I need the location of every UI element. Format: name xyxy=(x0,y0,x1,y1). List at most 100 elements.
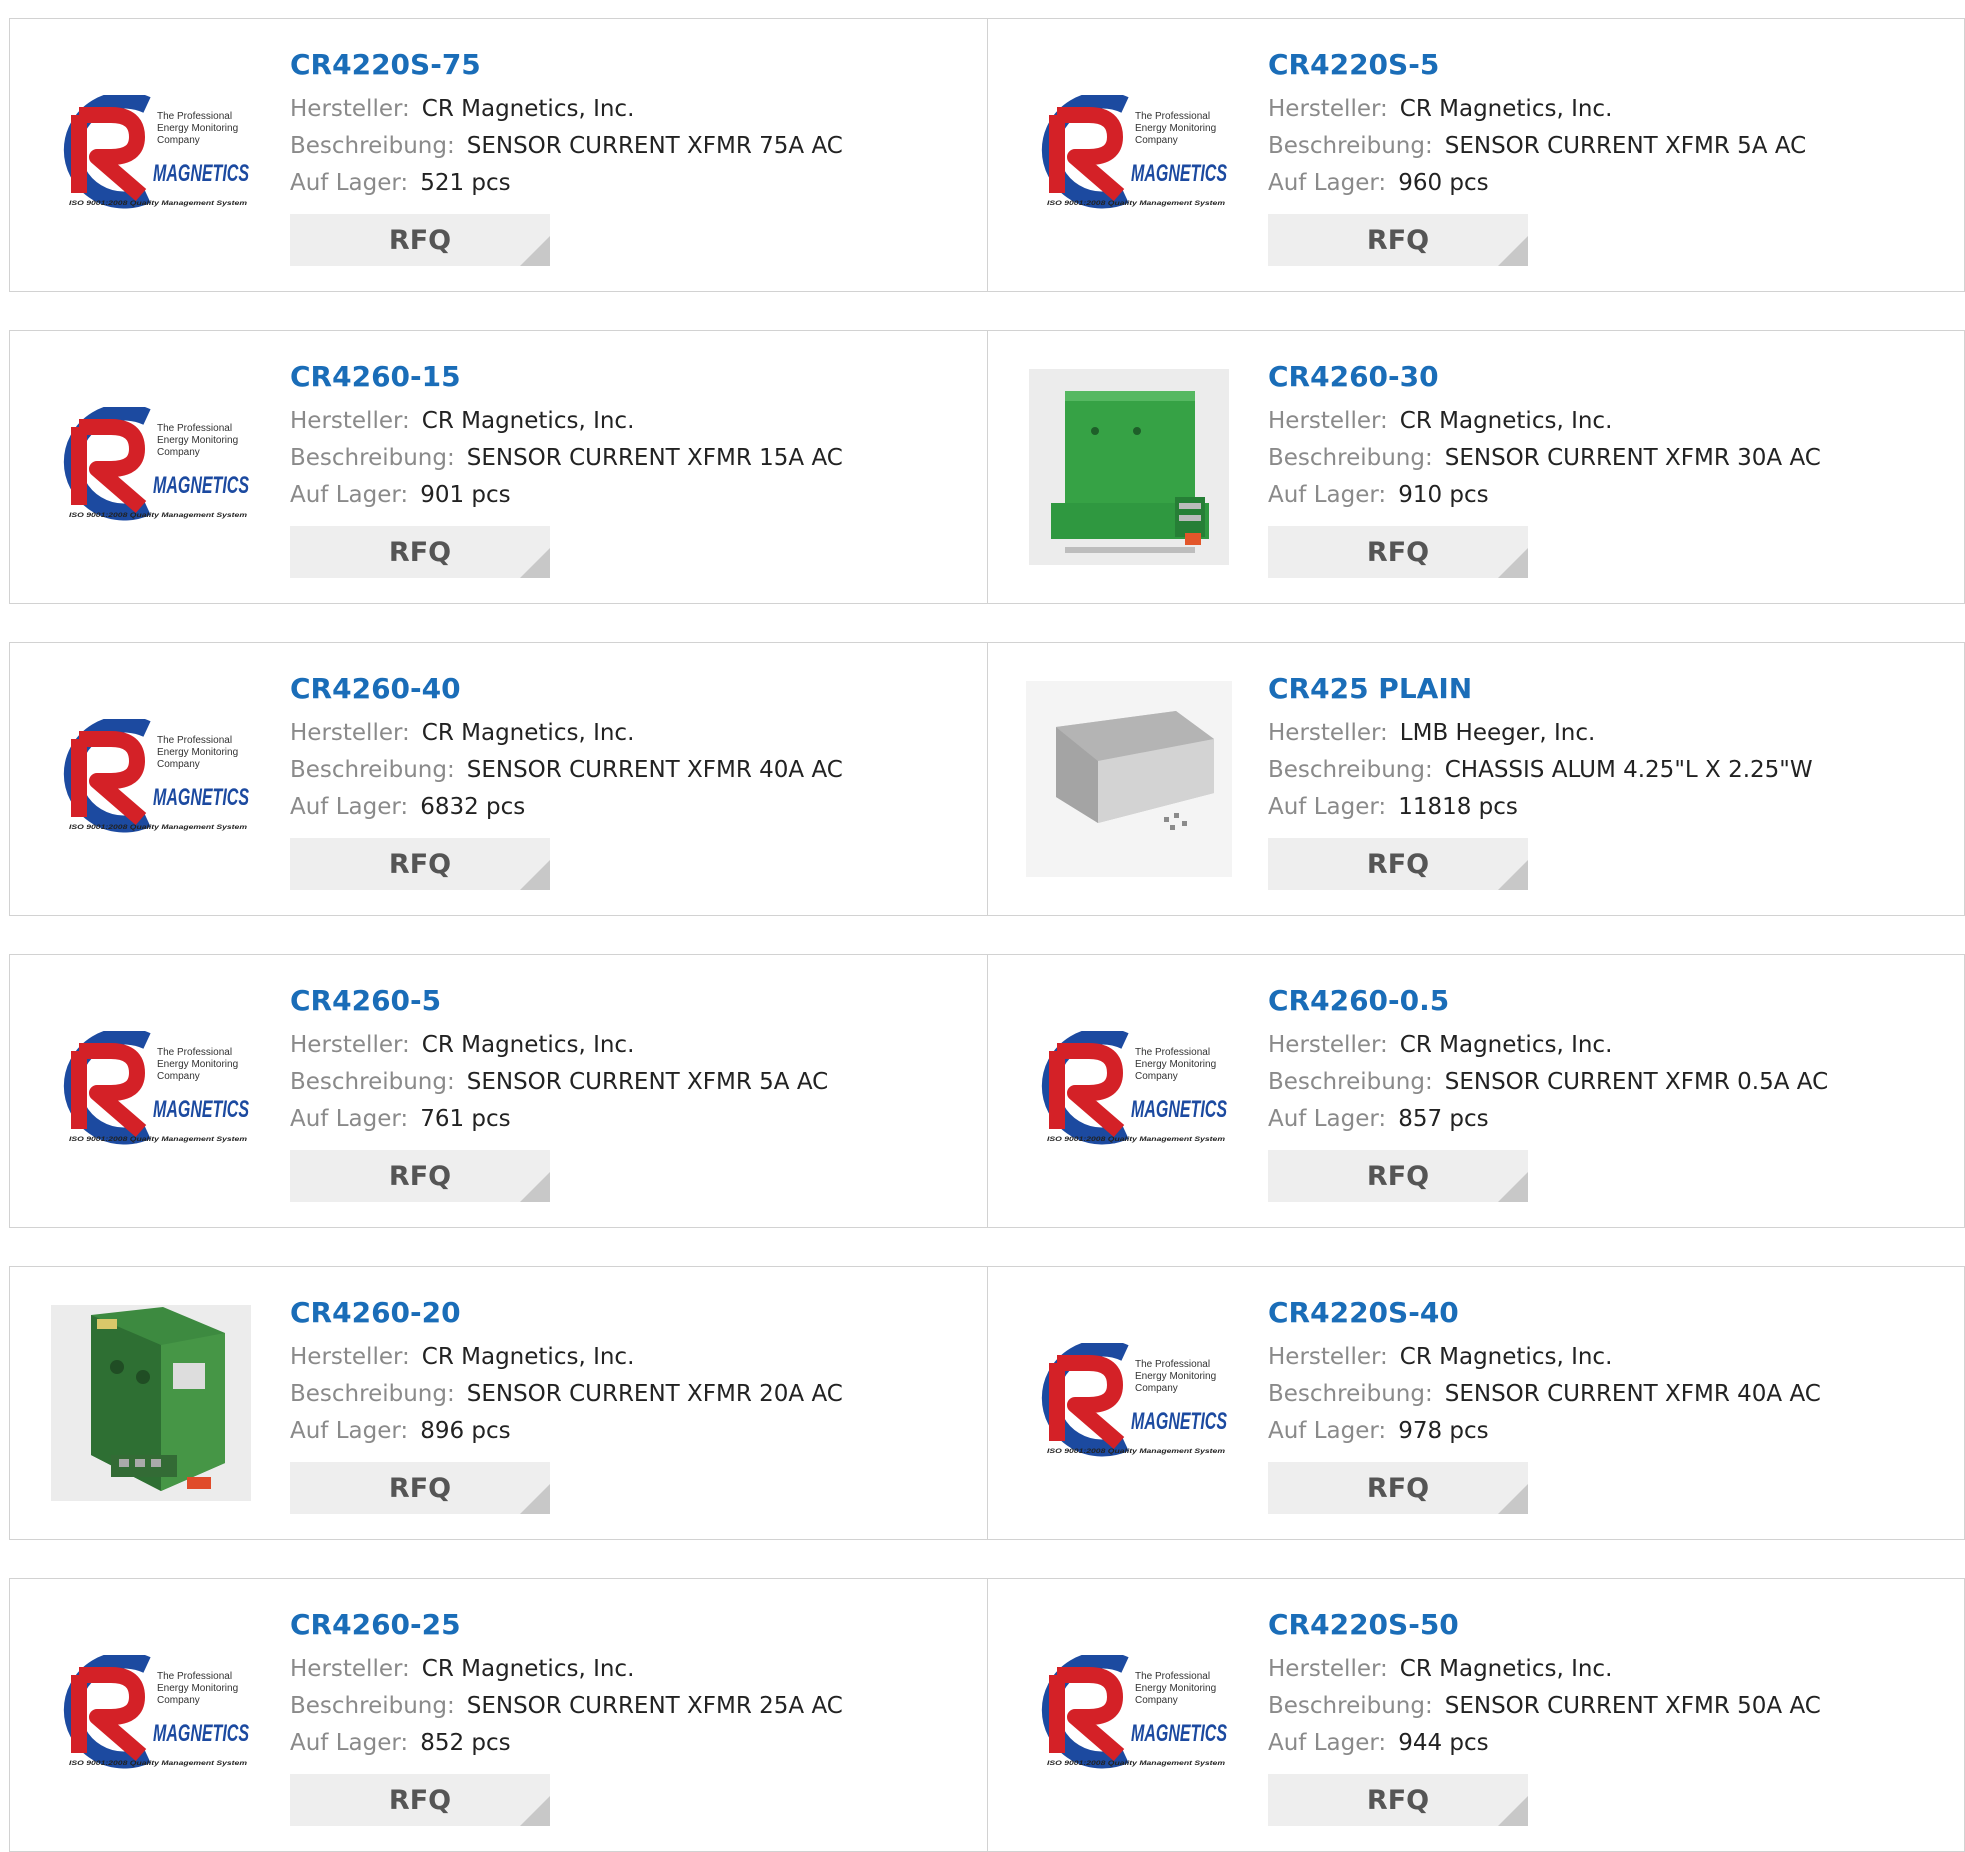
rfq-button[interactable]: RFQ xyxy=(1268,1462,1528,1514)
rfq-button[interactable]: RFQ xyxy=(1268,526,1528,578)
rfq-button[interactable]: RFQ xyxy=(1268,838,1528,890)
manufacturer-line: Hersteller: CR Magnetics, Inc. xyxy=(1268,1651,1954,1688)
product-card: CR425 PLAIN Hersteller: LMB Heeger, Inc. … xyxy=(987,643,1964,915)
product-image[interactable] xyxy=(48,1300,254,1506)
rfq-button[interactable]: RFQ xyxy=(1268,1774,1528,1826)
description-value: SENSOR CURRENT XFMR 40A AC xyxy=(1444,1381,1821,1407)
product-part-link[interactable]: CR4220S-50 xyxy=(1268,1607,1459,1643)
rfq-button[interactable]: RFQ xyxy=(290,838,550,890)
manufacturer-value: CR Magnetics, Inc. xyxy=(421,408,635,434)
product-image[interactable] xyxy=(1026,676,1232,882)
cr-magnetics-logo: The Professional Energy Monitoring Compa… xyxy=(1041,1655,1227,1769)
rfq-button[interactable]: RFQ xyxy=(290,1462,550,1514)
stock-label: Auf Lager: xyxy=(290,482,409,508)
logo-tagline-3: Company xyxy=(1135,1071,1178,1082)
product-image[interactable]: The Professional Energy Monitoring Compa… xyxy=(48,364,254,570)
logo-wordmark: MAGNETICS xyxy=(153,160,249,187)
rfq-button[interactable]: RFQ xyxy=(290,1774,550,1826)
logo-wordmark: MAGNETICS xyxy=(153,1096,249,1123)
manufacturer-label: Hersteller: xyxy=(1268,408,1388,434)
product-part-link[interactable]: CR4260-30 xyxy=(1268,359,1439,395)
manufacturer-line: Hersteller: CR Magnetics, Inc. xyxy=(290,1027,977,1064)
description-value: SENSOR CURRENT XFMR 20A AC xyxy=(466,1381,843,1407)
logo-wordmark: MAGNETICS xyxy=(1131,160,1227,187)
manufacturer-label: Hersteller: xyxy=(290,96,410,122)
product-image[interactable]: The Professional Energy Monitoring Compa… xyxy=(1026,1300,1232,1506)
cr-magnetics-logo: The Professional Energy Monitoring Compa… xyxy=(63,407,249,521)
product-image[interactable]: The Professional Energy Monitoring Compa… xyxy=(1026,988,1232,1194)
manufacturer-value: CR Magnetics, Inc. xyxy=(421,1344,635,1370)
rfq-button[interactable]: RFQ xyxy=(1268,214,1528,266)
description-value: SENSOR CURRENT XFMR 15A AC xyxy=(466,445,843,471)
product-image[interactable]: The Professional Energy Monitoring Compa… xyxy=(48,988,254,1194)
product-image[interactable] xyxy=(1026,364,1232,570)
product-image[interactable]: The Professional Energy Monitoring Compa… xyxy=(48,676,254,882)
manufacturer-value: CR Magnetics, Inc. xyxy=(1399,1656,1613,1682)
product-part-link[interactable]: CR4220S-40 xyxy=(1268,1295,1459,1331)
stock-value: 761 pcs xyxy=(420,1106,511,1132)
logo-iso-text: ISO 9001:2008 Quality Management System xyxy=(1047,200,1225,207)
product-part-link[interactable]: CR4220S-5 xyxy=(1268,47,1439,83)
manufacturer-line: Hersteller: CR Magnetics, Inc. xyxy=(1268,91,1954,128)
manufacturer-value: CR Magnetics, Inc. xyxy=(1399,96,1613,122)
product-part-link[interactable]: CR4260-25 xyxy=(290,1607,461,1643)
rfq-button[interactable]: RFQ xyxy=(290,1150,550,1202)
product-info: CR4260-0.5 Hersteller: CR Magnetics, Inc.… xyxy=(1268,983,1954,1202)
product-row: The Professional Energy Monitoring Compa… xyxy=(9,330,1965,604)
description-line: Beschreibung: SENSOR CURRENT XFMR 40A AC xyxy=(290,752,977,789)
manufacturer-label: Hersteller: xyxy=(1268,720,1388,746)
product-part-link[interactable]: CR4260-40 xyxy=(290,671,461,707)
product-info: CR4260-30 Hersteller: CR Magnetics, Inc. … xyxy=(1268,359,1954,578)
product-image[interactable]: The Professional Energy Monitoring Compa… xyxy=(48,52,254,258)
product-row: CR4260-20 Hersteller: CR Magnetics, Inc. … xyxy=(9,1266,1965,1540)
product-part-link[interactable]: CR4260-5 xyxy=(290,983,441,1019)
stock-value: 896 pcs xyxy=(420,1418,511,1444)
product-part-link[interactable]: CR425 PLAIN xyxy=(1268,671,1472,707)
rfq-button[interactable]: RFQ xyxy=(290,214,550,266)
product-card: CR4260-20 Hersteller: CR Magnetics, Inc. … xyxy=(10,1267,987,1539)
logo-iso-text: ISO 9001:2008 Quality Management System xyxy=(69,512,247,519)
description-value: SENSOR CURRENT XFMR 75A AC xyxy=(466,133,843,159)
logo-tagline-3: Company xyxy=(157,447,200,458)
product-part-link[interactable]: CR4220S-75 xyxy=(290,47,481,83)
aluminum-chassis-image xyxy=(1026,681,1232,877)
logo-iso-text: ISO 9001:2008 Quality Management System xyxy=(69,1136,247,1143)
product-row: The Professional Energy Monitoring Compa… xyxy=(9,642,1965,916)
stock-label: Auf Lager: xyxy=(290,170,409,196)
description-line: Beschreibung: SENSOR CURRENT XFMR 15A AC xyxy=(290,440,977,477)
manufacturer-value: LMB Heeger, Inc. xyxy=(1399,720,1596,746)
green-sensor-image xyxy=(51,1305,251,1501)
logo-tagline-3: Company xyxy=(157,759,200,770)
stock-line: Auf Lager: 857 pcs xyxy=(1268,1101,1954,1138)
stock-label: Auf Lager: xyxy=(290,1418,409,1444)
cr-magnetics-logo: The Professional Energy Monitoring Compa… xyxy=(1041,1031,1227,1145)
product-image[interactable]: The Professional Energy Monitoring Compa… xyxy=(1026,1612,1232,1818)
logo-tagline-1: The Professional xyxy=(157,735,232,746)
cr-magnetics-logo: The Professional Energy Monitoring Compa… xyxy=(63,1655,249,1769)
product-image[interactable]: The Professional Energy Monitoring Compa… xyxy=(1026,52,1232,258)
stock-label: Auf Lager: xyxy=(1268,482,1387,508)
product-part-link[interactable]: CR4260-20 xyxy=(290,1295,461,1331)
manufacturer-line: Hersteller: CR Magnetics, Inc. xyxy=(290,91,977,128)
product-image[interactable]: The Professional Energy Monitoring Compa… xyxy=(48,1612,254,1818)
description-value: SENSOR CURRENT XFMR 30A AC xyxy=(1444,445,1821,471)
manufacturer-line: Hersteller: CR Magnetics, Inc. xyxy=(1268,1027,1954,1064)
logo-tagline-3: Company xyxy=(1135,1695,1178,1706)
description-value: SENSOR CURRENT XFMR 5A AC xyxy=(466,1069,829,1095)
logo-tagline-2: Energy Monitoring xyxy=(157,123,238,134)
description-label: Beschreibung: xyxy=(1268,133,1433,159)
description-label: Beschreibung: xyxy=(290,133,455,159)
description-label: Beschreibung: xyxy=(1268,757,1433,783)
product-info: CR4260-15 Hersteller: CR Magnetics, Inc. … xyxy=(290,359,977,578)
manufacturer-label: Hersteller: xyxy=(1268,1032,1388,1058)
description-line: Beschreibung: SENSOR CURRENT XFMR 40A AC xyxy=(1268,1376,1954,1413)
stock-line: Auf Lager: 910 pcs xyxy=(1268,477,1954,514)
rfq-button[interactable]: RFQ xyxy=(1268,1150,1528,1202)
stock-line: Auf Lager: 761 pcs xyxy=(290,1101,977,1138)
stock-line: Auf Lager: 960 pcs xyxy=(1268,165,1954,202)
product-part-link[interactable]: CR4260-15 xyxy=(290,359,461,395)
stock-value: 521 pcs xyxy=(420,170,511,196)
description-line: Beschreibung: SENSOR CURRENT XFMR 20A AC xyxy=(290,1376,977,1413)
product-part-link[interactable]: CR4260-0.5 xyxy=(1268,983,1449,1019)
rfq-button[interactable]: RFQ xyxy=(290,526,550,578)
